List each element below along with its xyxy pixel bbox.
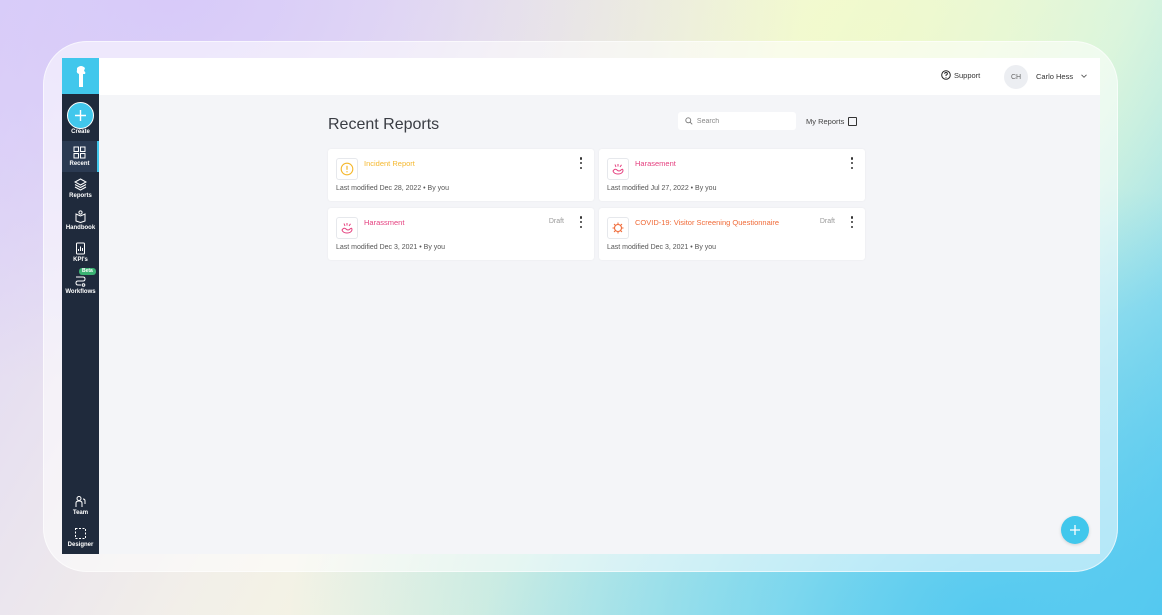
card-meta: Last modified Jul 27, 2022 • By you: [607, 185, 717, 192]
sidebar-item-designer[interactable]: Designer: [62, 527, 99, 548]
warning-icon: [336, 158, 358, 180]
card-title[interactable]: Incident Report: [364, 159, 415, 168]
card-meta: Last modified Dec 3, 2021 • By you: [607, 244, 717, 251]
page-title: Recent Reports: [328, 116, 440, 133]
card-title[interactable]: COVID-19: Visitor Screening Questionnair…: [635, 218, 779, 227]
more-options-icon[interactable]: [850, 216, 854, 228]
more-options-icon[interactable]: [850, 157, 854, 169]
sidebar-item-label: Designer: [67, 542, 94, 548]
user-name[interactable]: Carlo Hess: [1036, 72, 1073, 81]
my-reports-filter[interactable]: My Reports: [806, 117, 858, 126]
status-badge: Draft: [819, 218, 835, 225]
support-label: Support: [954, 70, 981, 80]
sidebar-item-workflows[interactable]: Workflows: [62, 274, 99, 295]
help-icon: [941, 70, 951, 80]
report-card[interactable]: COVID-19: Visitor Screening Questionnair…: [599, 208, 865, 260]
card-meta: Last modified Dec 28, 2022 • By you: [336, 185, 449, 192]
sidebar-item-handbook[interactable]: Handbook: [62, 210, 99, 231]
sidebar-item-label: KPI's: [73, 257, 88, 263]
card-title[interactable]: Harassment: [364, 218, 404, 227]
my-reports-label: My Reports: [806, 117, 845, 126]
sidebar-item-recent[interactable]: Recent: [62, 141, 99, 172]
sidebar-item-label: Team: [72, 510, 89, 516]
more-options-icon[interactable]: [579, 157, 583, 169]
sidebar-item-label: Workflows: [65, 289, 96, 295]
grid-icon: [73, 146, 86, 159]
app-window: Create Recent Reports Handbook KPI's Bet…: [62, 58, 1100, 554]
search-input[interactable]: [696, 117, 796, 125]
layers-icon: [74, 178, 87, 191]
card-meta: Last modified Dec 3, 2021 • By you: [336, 244, 446, 251]
harassment-icon: [336, 217, 358, 239]
sidebar-item-label: Recent: [69, 161, 90, 167]
my-reports-checkbox[interactable]: [848, 117, 858, 126]
report-card[interactable]: Incident Report Last modified Dec 28, 20…: [328, 149, 594, 201]
create-button[interactable]: [67, 102, 94, 129]
sidebar-item-reports[interactable]: Reports: [62, 178, 99, 199]
sidebar-item-kpis[interactable]: KPI's: [62, 242, 99, 263]
report-card[interactable]: Harassment Draft Last modified Dec 3, 20…: [328, 208, 594, 260]
handbook-icon: [75, 210, 86, 223]
add-report-button[interactable]: [1061, 516, 1089, 544]
report-card[interactable]: Harasement Last modified Jul 27, 2022 • …: [599, 149, 865, 201]
card-title[interactable]: Harasement: [635, 159, 676, 168]
kpi-icon: [76, 242, 85, 255]
search-icon: [685, 117, 693, 125]
status-badge: Draft: [548, 218, 564, 225]
create-label: Create: [71, 129, 90, 135]
team-icon: [75, 496, 86, 507]
chevron-down-icon[interactable]: [1080, 72, 1088, 80]
plus-icon: [1070, 525, 1080, 535]
app-logo[interactable]: [62, 58, 99, 94]
more-options-icon[interactable]: [579, 216, 583, 228]
workflow-icon: [75, 276, 86, 287]
support-link[interactable]: Support: [941, 70, 980, 80]
virus-icon: [607, 217, 629, 239]
logo-icon: [76, 66, 85, 87]
sidebar: Create Recent Reports Handbook KPI's Bet…: [62, 58, 99, 554]
sidebar-item-label: Handbook: [65, 225, 96, 231]
sidebar-item-team[interactable]: Team: [62, 495, 99, 516]
sidebar-item-label: Reports: [69, 193, 92, 199]
top-bar: Support CH Carlo Hess: [99, 58, 1100, 95]
search-box[interactable]: [678, 112, 796, 130]
plus-icon: [75, 110, 86, 121]
harassment-icon: [607, 158, 629, 180]
avatar[interactable]: CH: [1004, 65, 1028, 89]
designer-icon: [75, 528, 86, 539]
